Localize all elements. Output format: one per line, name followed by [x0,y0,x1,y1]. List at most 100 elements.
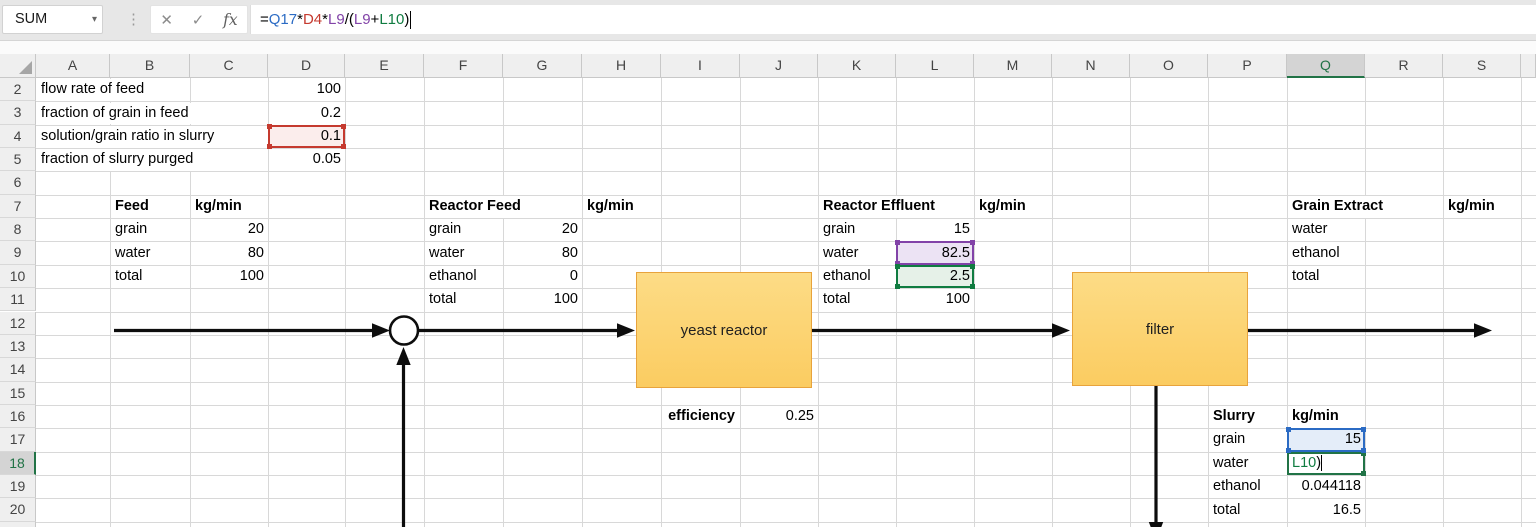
column-header-R[interactable]: R [1365,54,1443,78]
cell-P17[interactable]: grain [1209,429,1287,451]
cell-B9[interactable]: water [111,243,190,265]
cell-F10[interactable]: ethanol [425,266,503,288]
cell-G9[interactable]: 80 [504,243,582,265]
row-header-20[interactable]: 20 [0,498,36,521]
reactor-box[interactable]: yeast reactor [636,272,812,388]
column-header-K[interactable]: K [818,54,896,78]
insert-function-button[interactable]: fx [223,11,237,29]
name-box[interactable]: SUM ▾ [2,5,103,34]
cell-C9[interactable]: 80 [191,243,268,265]
cell-K7[interactable]: Reactor Effluent [819,196,943,218]
cell-D4[interactable]: 0.1 [269,126,345,148]
cell-P19[interactable]: ethanol [1209,476,1287,498]
row-header-5[interactable]: 5 [0,148,36,171]
row-header-13[interactable]: 13 [0,335,36,358]
cell-P18[interactable]: water [1209,453,1287,475]
row-header-18[interactable]: 18 [0,452,36,475]
cell-C7[interactable]: kg/min [191,196,268,218]
active-cell-editor[interactable]: L10) [1287,452,1365,475]
column-header-partial[interactable] [1521,54,1536,78]
column-header-M[interactable]: M [974,54,1052,78]
cell-D3[interactable]: 0.2 [269,103,345,125]
column-header-O[interactable]: O [1130,54,1208,78]
cell-Q17[interactable]: 15 [1288,429,1365,451]
cell-A3[interactable]: fraction of grain in feed [37,103,197,125]
column-header-J[interactable]: J [740,54,818,78]
cell-S7[interactable]: kg/min [1444,196,1521,218]
recycle-up-arrow[interactable] [396,347,410,527]
cell-Q10[interactable]: total [1288,266,1365,288]
column-header-F[interactable]: F [424,54,503,78]
row-header-3[interactable]: 3 [0,101,36,124]
confirm-button[interactable]: ✓ [192,11,205,29]
cell-G10[interactable]: 0 [504,266,582,288]
cell-D5[interactable]: 0.05 [269,149,345,171]
column-header-H[interactable]: H [582,54,661,78]
cell-B8[interactable]: grain [111,219,190,241]
cell-K11[interactable]: total [819,289,896,311]
row-header-16[interactable]: 16 [0,405,36,428]
cell-K9[interactable]: water [819,243,896,265]
cell-L9[interactable]: 82.5 [897,243,974,265]
row-header-21[interactable]: 21 [0,522,36,527]
cell-Q7[interactable]: Grain Extract [1288,196,1391,218]
cell-H7[interactable]: kg/min [583,196,661,218]
cell-G8[interactable]: 20 [504,219,582,241]
column-header-G[interactable]: G [503,54,582,78]
column-header-C[interactable]: C [190,54,268,78]
row-header-17[interactable]: 17 [0,428,36,451]
row-header-2[interactable]: 2 [0,78,36,101]
cell-D2[interactable]: 100 [269,79,345,101]
column-header-Q[interactable]: Q [1287,54,1365,78]
column-header-I[interactable]: I [661,54,740,78]
cell-B7[interactable]: Feed [111,196,190,218]
cell-B10[interactable]: total [111,266,190,288]
column-header-S[interactable]: S [1443,54,1521,78]
cell-Q20[interactable]: 16.5 [1288,500,1365,522]
column-header-D[interactable]: D [268,54,345,78]
cell-F11[interactable]: total [425,289,503,311]
cell-Q8[interactable]: water [1288,219,1365,241]
cell-G11[interactable]: 100 [504,289,582,311]
cell-P16[interactable]: Slurry [1209,406,1287,428]
column-header-E[interactable]: E [345,54,424,78]
cell-I16[interactable]: efficiency [662,406,740,428]
cell-F7[interactable]: Reactor Feed [425,196,529,218]
cell-J16[interactable]: 0.25 [741,406,818,428]
column-header-L[interactable]: L [896,54,974,78]
formula-input[interactable]: =Q17*D4*L9/(L9+L10) [250,5,1536,34]
cell-Q16[interactable]: kg/min [1288,406,1365,428]
select-all-corner[interactable] [0,54,36,78]
cell-L11[interactable]: 100 [897,289,974,311]
row-header-15[interactable]: 15 [0,382,36,405]
cell-M7[interactable]: kg/min [975,196,1052,218]
cell-Q9[interactable]: ethanol [1288,243,1365,265]
cell-A5[interactable]: fraction of slurry purged [37,149,201,171]
cell-C8[interactable]: 20 [191,219,268,241]
cell-A2[interactable]: flow rate of feed [37,79,152,101]
cell-L8[interactable]: 15 [897,219,974,241]
row-header-19[interactable]: 19 [0,475,36,498]
column-header-B[interactable]: B [110,54,190,78]
cell-L10[interactable]: 2.5 [897,266,974,288]
cell-K8[interactable]: grain [819,219,896,241]
mixer-node[interactable] [390,317,418,345]
row-header-10[interactable]: 10 [0,265,36,288]
cell-F9[interactable]: water [425,243,503,265]
column-header-A[interactable]: A [36,54,110,78]
cancel-button[interactable]: ✕ [160,11,173,29]
column-header-P[interactable]: P [1208,54,1287,78]
row-header-14[interactable]: 14 [0,358,36,381]
row-header-12[interactable]: 12 [0,312,36,335]
row-header-11[interactable]: 11 [0,288,36,311]
row-header-7[interactable]: 7 [0,195,36,218]
row-header-8[interactable]: 8 [0,218,36,241]
cell-P20[interactable]: total [1209,500,1287,522]
filter-box[interactable]: filter [1072,272,1248,386]
column-header-N[interactable]: N [1052,54,1130,78]
cell-K10[interactable]: ethanol [819,266,896,288]
cell-Q19[interactable]: 0.044118 [1288,476,1365,498]
row-header-4[interactable]: 4 [0,125,36,148]
row-header-9[interactable]: 9 [0,241,36,264]
name-box-dropdown-icon[interactable]: ▾ [92,6,97,33]
